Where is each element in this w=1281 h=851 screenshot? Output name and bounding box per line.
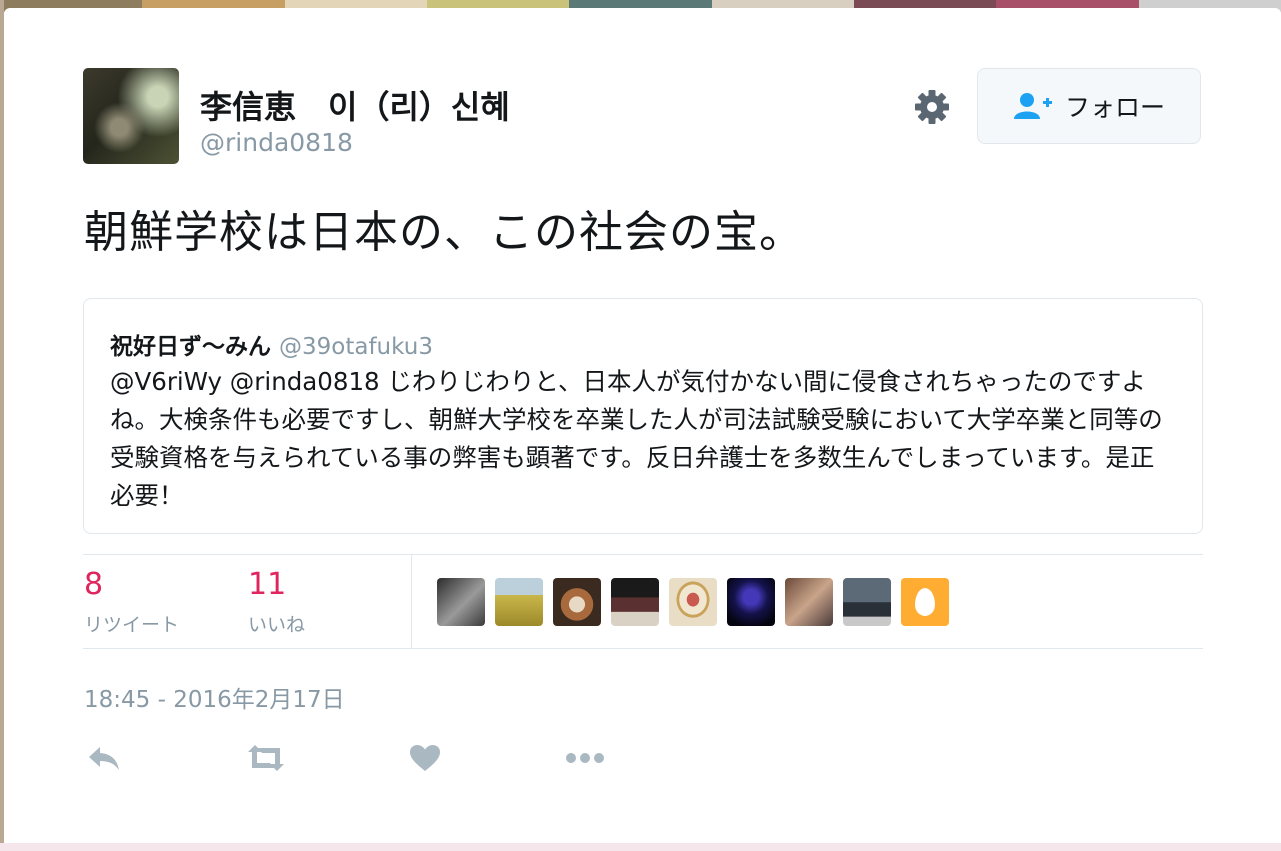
like-label: いいね	[248, 614, 306, 636]
favoriter-avatar[interactable]	[785, 578, 833, 626]
author-handle[interactable]: @rinda0818	[200, 128, 353, 157]
gear-icon[interactable]	[912, 87, 952, 127]
divider	[83, 554, 1203, 555]
favoriter-avatars	[437, 578, 949, 626]
timestamp[interactable]: 18:45 - 2016年2月17日	[84, 680, 345, 714]
tweet-card: 李信恵 이（리）신혜 @rinda0818 フォロー 朝鮮学校は日本の、この社会…	[4, 8, 1281, 843]
divider	[411, 554, 412, 648]
favoriter-avatar[interactable]	[553, 578, 601, 626]
favoriter-avatar[interactable]	[495, 578, 543, 626]
quoted-handle: @39otafuku3	[279, 334, 433, 360]
tweet-text: 朝鮮学校は日本の、この社会の宝。	[84, 207, 804, 258]
retweet-label: リツイート	[84, 614, 180, 636]
egg-icon	[915, 588, 935, 616]
reply-button[interactable]	[84, 743, 124, 773]
more-button[interactable]	[565, 743, 605, 773]
quoted-name: 祝好日ず〜みん	[110, 334, 271, 360]
more-icon	[566, 753, 604, 763]
favoriter-avatar[interactable]	[611, 578, 659, 626]
author-avatar[interactable]	[83, 68, 179, 164]
like-button[interactable]	[405, 743, 445, 773]
retweet-button[interactable]	[246, 743, 286, 773]
quoted-author[interactable]: 祝好日ず〜みん @39otafuku3	[110, 327, 433, 361]
divider	[83, 648, 1203, 649]
author-name[interactable]: 李信恵 이（리）신혜	[200, 82, 510, 128]
quoted-tweet[interactable]: 祝好日ず〜みん @39otafuku3 @V6riWy @rinda0818 じわ…	[83, 298, 1203, 534]
favoriter-avatar[interactable]	[437, 578, 485, 626]
favoriter-avatar[interactable]	[901, 578, 949, 626]
retweet-count: 8	[84, 567, 104, 602]
follow-button[interactable]: フォロー	[977, 68, 1201, 144]
like-count: 11	[248, 567, 287, 602]
reply-icon	[89, 747, 119, 770]
heart-icon	[410, 745, 440, 771]
favoriter-avatar[interactable]	[843, 578, 891, 626]
retweet-stat[interactable]: 8 リツイート	[84, 568, 179, 637]
like-stat[interactable]: 11 いいね	[248, 568, 305, 637]
add-user-icon	[1013, 93, 1052, 119]
favoriter-avatar[interactable]	[669, 578, 717, 626]
follow-label: フォロー	[1064, 93, 1165, 122]
quoted-text: @V6riWy @rinda0818 じわりじわりと、日本人が気付かない間に侵食…	[110, 367, 1163, 510]
background-bottom	[0, 843, 1281, 851]
favoriter-avatar[interactable]	[727, 578, 775, 626]
retweet-icon	[248, 745, 284, 771]
